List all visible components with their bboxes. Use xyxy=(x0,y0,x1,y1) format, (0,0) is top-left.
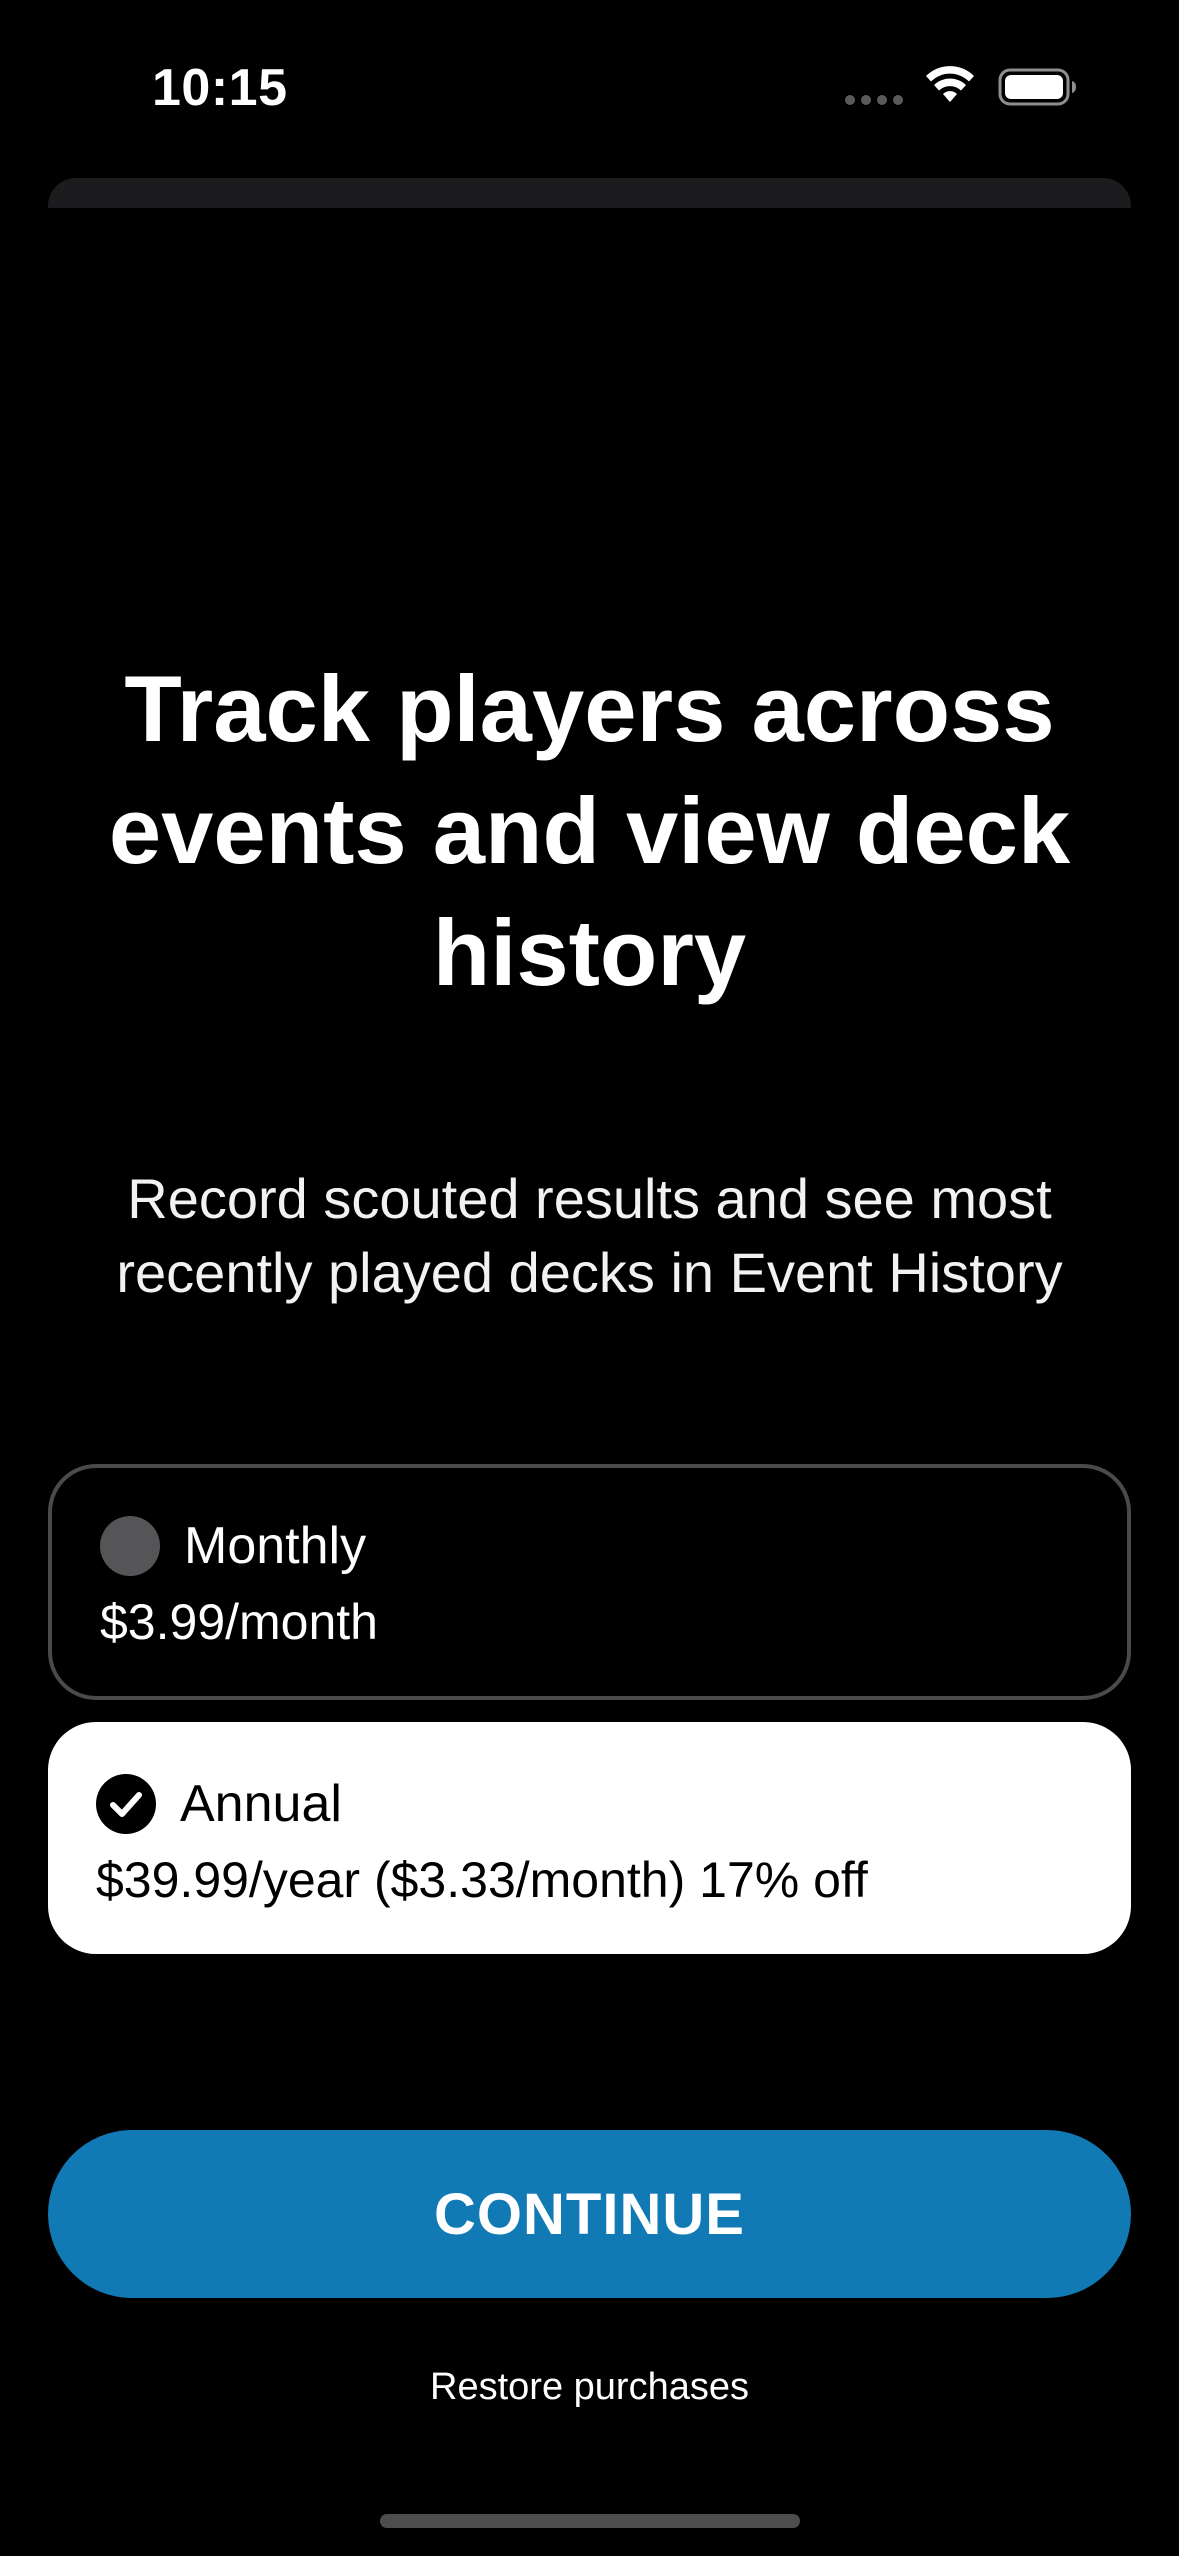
battery-icon xyxy=(998,68,1076,106)
sheet-top-edge xyxy=(48,178,1131,208)
status-time: 10:15 xyxy=(152,59,288,117)
checkmark-circle-icon xyxy=(96,1774,156,1834)
cellular-signal-icon xyxy=(845,95,905,107)
radio-unselected-icon xyxy=(100,1516,160,1576)
restore-purchases-link[interactable]: Restore purchases xyxy=(0,2362,1179,2412)
wifi-icon xyxy=(926,66,974,102)
plan-option-annual[interactable]: Annual $39.99/year ($3.33/month) 17% off xyxy=(48,1722,1131,1954)
home-indicator xyxy=(380,2514,800,2528)
plan-name: Monthly xyxy=(184,1517,367,1575)
plan-name: Annual xyxy=(180,1775,342,1833)
plan-price: $3.99/month xyxy=(100,1594,378,1650)
page-subtitle: Record scouted results and see most rece… xyxy=(116,1167,1063,1304)
page-title: Track players across events and view dec… xyxy=(108,656,1071,1005)
plan-price: $39.99/year ($3.33/month) 17% off xyxy=(96,1852,868,1908)
status-bar: 10:15 xyxy=(0,0,1179,180)
plan-option-monthly[interactable]: Monthly $3.99/month xyxy=(48,1464,1131,1700)
continue-button[interactable]: CONTINUE xyxy=(48,2130,1131,2298)
